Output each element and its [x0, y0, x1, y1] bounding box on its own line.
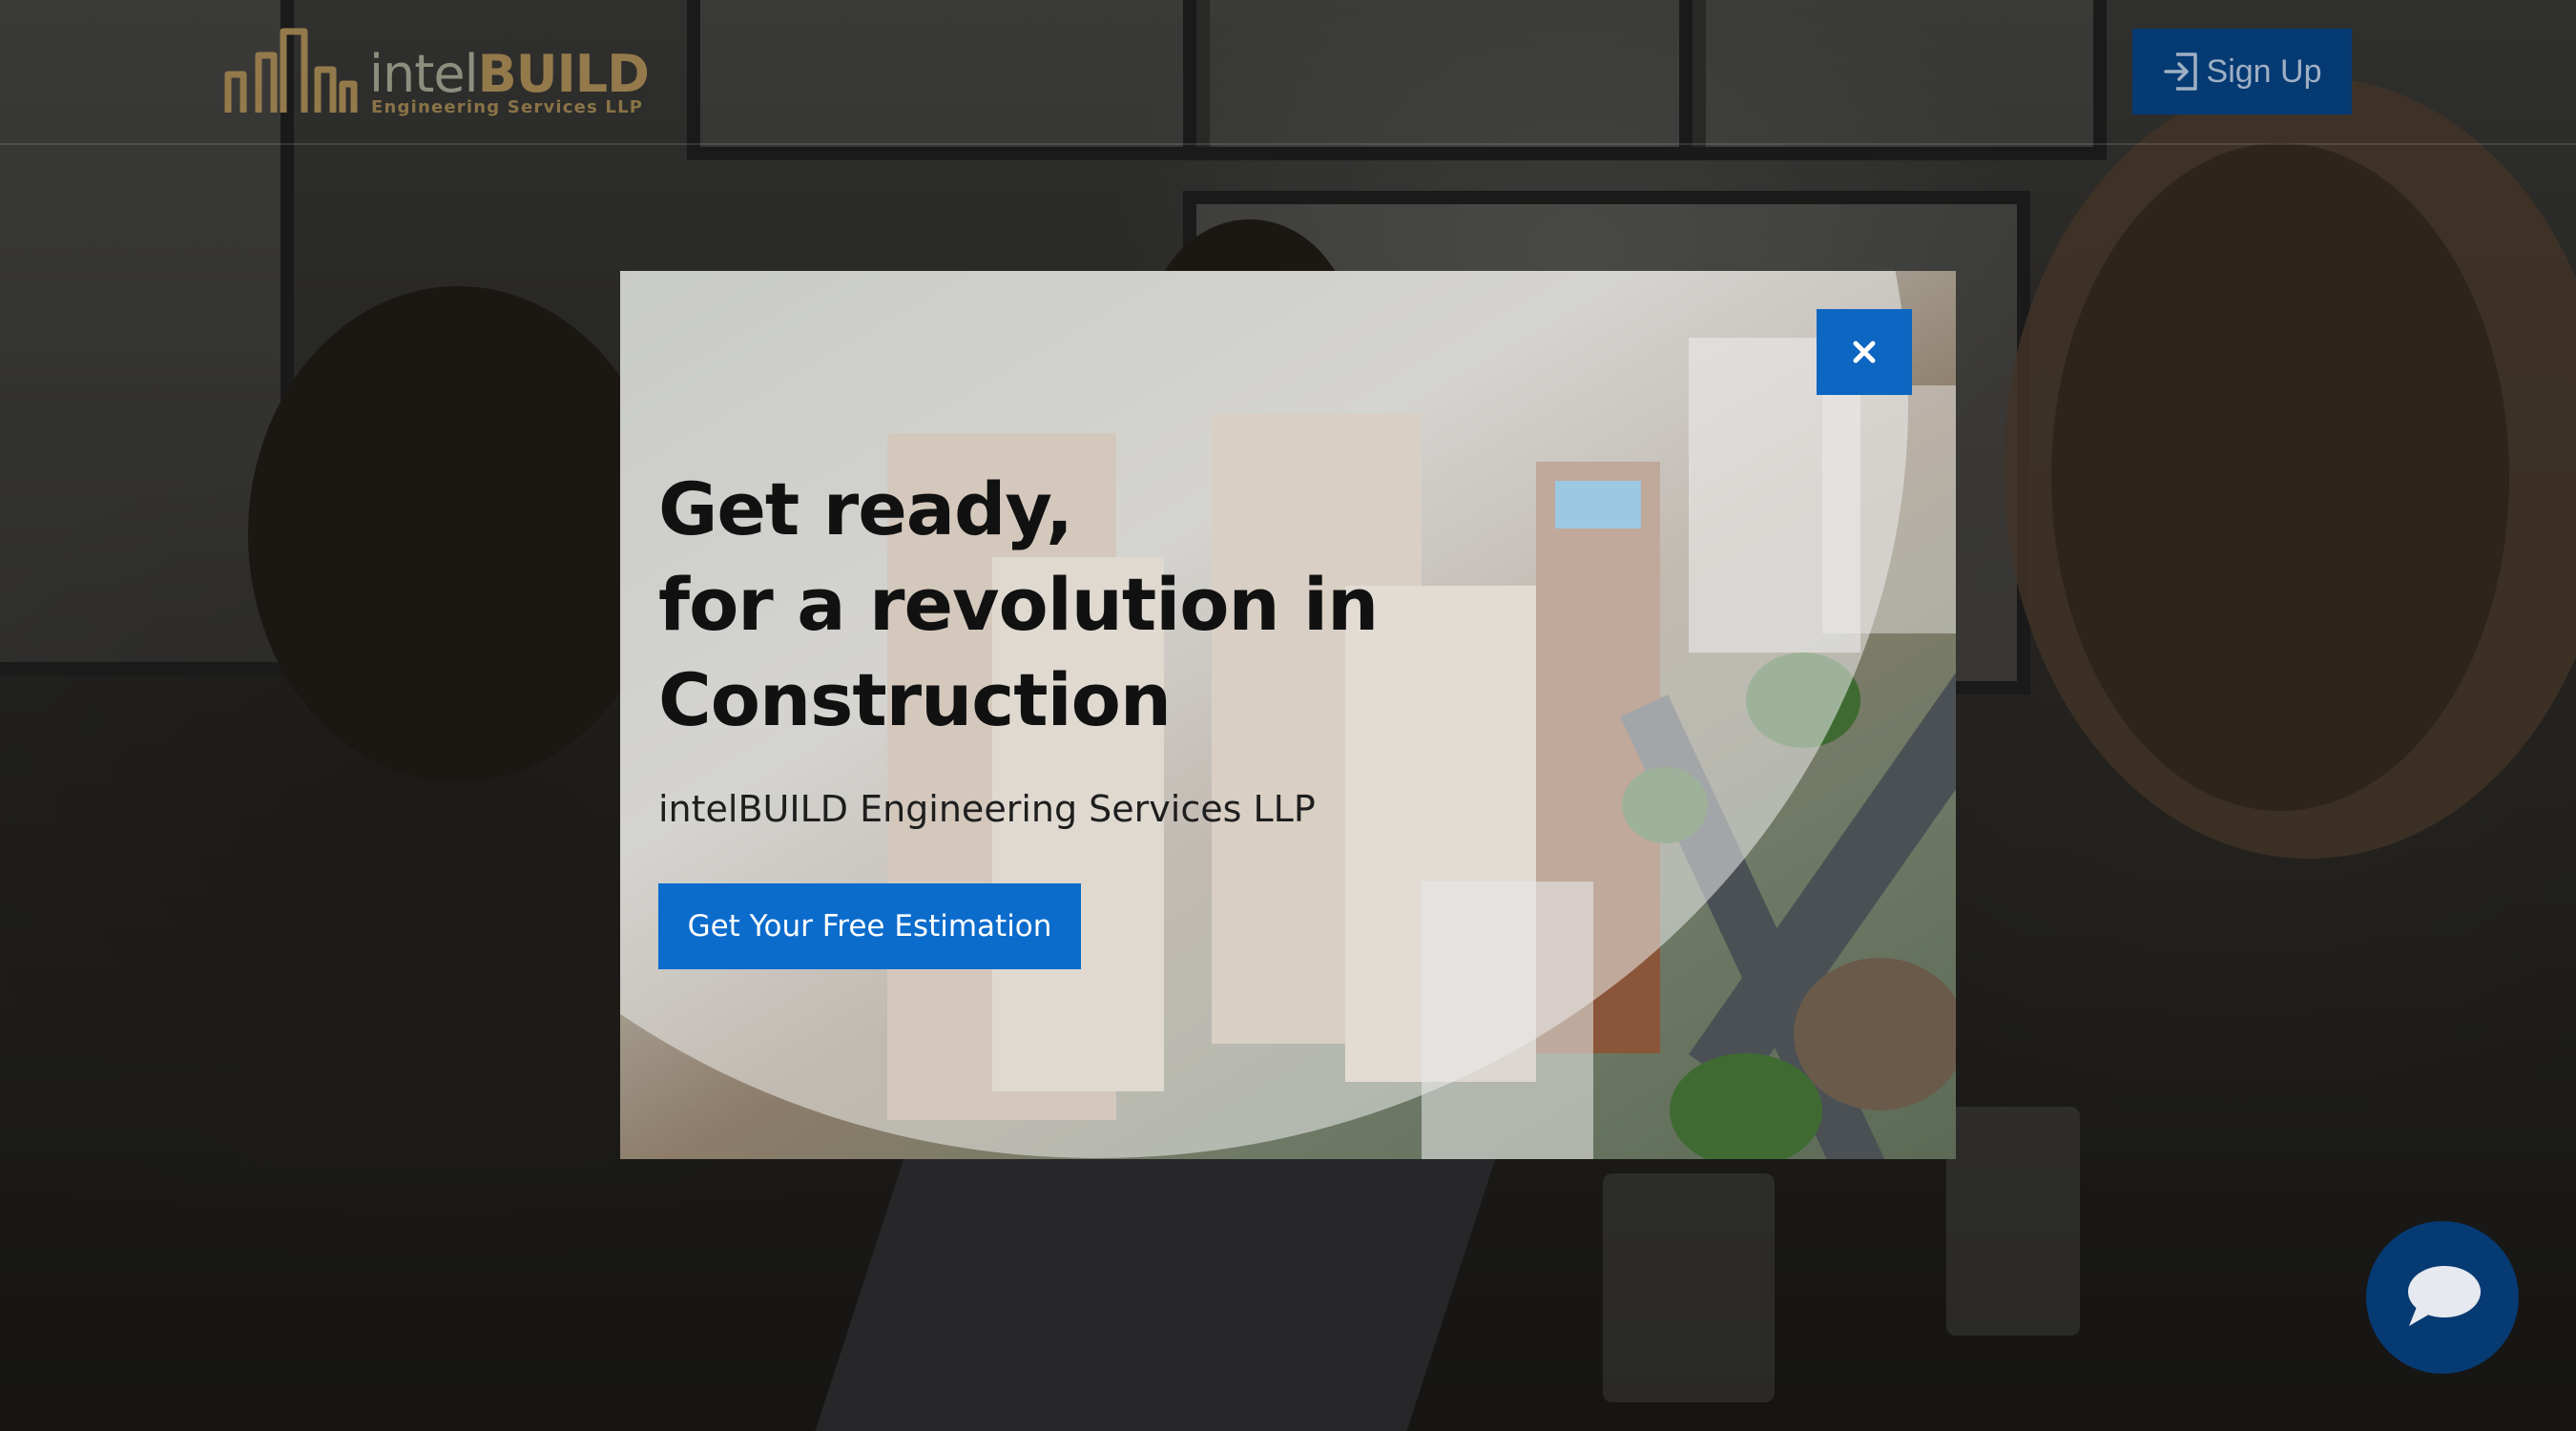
modal-title: Get ready, for a revolution in Construct…	[658, 462, 1517, 748]
close-modal-button[interactable]	[1817, 309, 1912, 395]
company-logo[interactable]: intelBUILD Engineering Services LLP	[224, 27, 650, 117]
promo-modal: Get ready, for a revolution in Construct…	[620, 271, 1956, 1159]
close-icon	[1853, 341, 1876, 363]
modal-subtitle: intelBUILD Engineering Services LLP	[658, 788, 1316, 830]
sign-in-icon	[2163, 52, 2197, 91]
logo-subtitle: Engineering Services LLP	[371, 97, 644, 117]
free-estimation-button[interactable]: Get Your Free Estimation	[658, 883, 1081, 969]
chat-widget-button[interactable]	[2366, 1221, 2519, 1374]
logo-wordmark-part1: intel	[369, 44, 479, 104]
sign-up-label: Sign Up	[2206, 52, 2322, 90]
building-logo-icon	[224, 28, 358, 113]
sign-up-button[interactable]: Sign Up	[2132, 29, 2352, 114]
modal-title-line-2: for a revolution in	[658, 562, 1379, 647]
modal-title-line-3: Construction	[658, 657, 1172, 742]
logo-wordmark: intelBUILD	[369, 44, 650, 104]
chat-bubble-icon	[2408, 1266, 2481, 1326]
modal-title-line-1: Get ready,	[658, 467, 1073, 551]
logo-wordmark-part2: BUILD	[477, 44, 650, 104]
site-header: intelBUILD Engineering Services LLP Sign…	[0, 0, 2576, 145]
